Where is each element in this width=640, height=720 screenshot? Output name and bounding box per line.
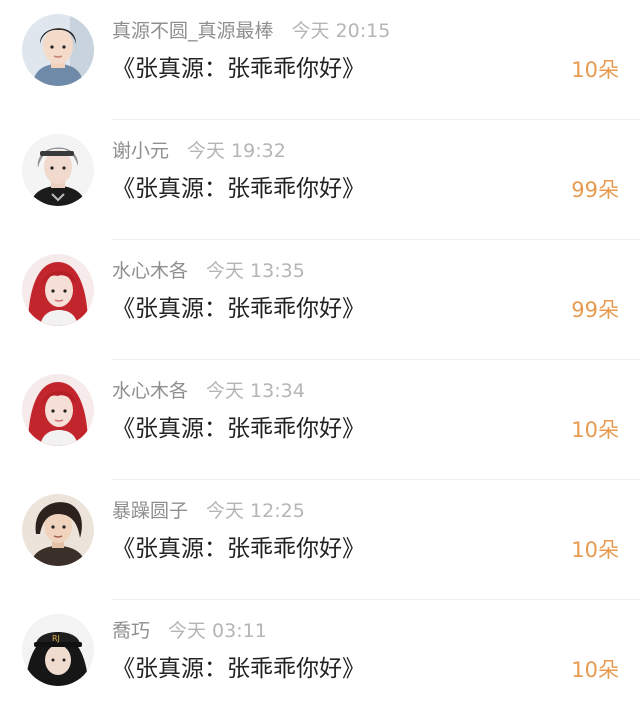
comment-message: 《张真源：张乖乖你好》 <box>112 296 365 322</box>
cap-portrait-avatar[interactable]: RJ <box>22 614 94 686</box>
comment-row[interactable]: 暴躁圆子 今天 12:25 《张真源：张乖乖你好》 10朵 <box>0 480 640 600</box>
comment-row[interactable]: 水心木各 今天 13:34 《张真源：张乖乖你好》 10朵 <box>0 360 640 480</box>
username[interactable]: 水心木各 <box>112 380 188 402</box>
comment-message: 《张真源：张乖乖你好》 <box>112 536 365 562</box>
comment-meta: 喬巧 今天 03:11 <box>112 619 267 643</box>
comment-row[interactable]: 真源不圆_真源最棒 今天 20:15 《张真源：张乖乖你好》 10朵 <box>0 0 640 120</box>
comment-message: 《张真源：张乖乖你好》 <box>112 56 365 82</box>
timestamp: 今天 12:25 <box>206 500 305 522</box>
username[interactable]: 水心木各 <box>112 260 188 282</box>
timestamp: 今天 03:11 <box>168 620 267 642</box>
illustrated-portrait-avatar[interactable] <box>22 494 94 566</box>
comment-message: 《张真源：张乖乖你好》 <box>112 656 365 682</box>
username[interactable]: 谢小元 <box>112 140 169 162</box>
comment-meta: 暴躁圆子 今天 12:25 <box>112 499 305 523</box>
svg-text:RJ: RJ <box>52 634 60 643</box>
red-hair-portrait-avatar[interactable] <box>22 254 94 326</box>
flower-count: 99朵 <box>571 178 619 202</box>
timestamp: 今天 20:15 <box>291 20 391 42</box>
username[interactable]: 喬巧 <box>112 620 150 642</box>
flower-count: 99朵 <box>571 298 619 322</box>
flower-count: 10朵 <box>571 658 619 682</box>
comment-meta: 水心木各 今天 13:35 <box>112 259 305 283</box>
comment-meta: 真源不圆_真源最棒 今天 20:15 <box>112 19 390 43</box>
flower-count: 10朵 <box>571 538 619 562</box>
timestamp: 今天 13:35 <box>206 260 305 282</box>
comment-list: 真源不圆_真源最棒 今天 20:15 《张真源：张乖乖你好》 10朵 谢小元 今天 … <box>0 0 640 715</box>
comment-row[interactable]: RJ 喬巧 今天 03:11 《张真源：张乖乖你好》 10朵 <box>0 600 640 720</box>
silver-hair-portrait-avatar[interactable] <box>22 134 94 206</box>
flower-count: 10朵 <box>571 58 619 82</box>
comment-row[interactable]: 水心木各 今天 13:35 《张真源：张乖乖你好》 99朵 <box>0 240 640 360</box>
timestamp: 今天 13:34 <box>206 380 305 402</box>
timestamp: 今天 19:32 <box>187 140 286 162</box>
comment-meta: 水心木各 今天 13:34 <box>112 379 305 403</box>
flower-count: 10朵 <box>571 418 619 442</box>
boy-portrait-avatar[interactable] <box>22 14 94 86</box>
comment-row[interactable]: 谢小元 今天 19:32 《张真源：张乖乖你好》 99朵 <box>0 120 640 240</box>
comment-meta: 谢小元 今天 19:32 <box>112 139 286 163</box>
red-hair-portrait-avatar[interactable] <box>22 374 94 446</box>
username[interactable]: 真源不圆_真源最棒 <box>112 20 274 42</box>
comment-message: 《张真源：张乖乖你好》 <box>112 416 365 442</box>
comment-message: 《张真源：张乖乖你好》 <box>112 176 365 202</box>
username[interactable]: 暴躁圆子 <box>112 500 188 522</box>
